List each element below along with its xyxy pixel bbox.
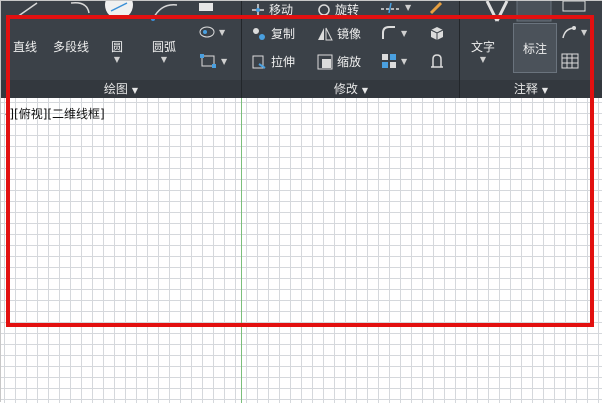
- array-icon: [382, 54, 396, 68]
- hatch-icon: [199, 26, 215, 38]
- erase-button[interactable]: [429, 1, 443, 15]
- arc-button[interactable]: 圆弧 ▼: [152, 38, 176, 64]
- chevron-down-icon: ▼: [405, 2, 412, 12]
- leader-icon: [562, 26, 576, 39]
- scale-icon: [317, 54, 333, 69]
- circle-button[interactable]: 圆 ▼: [111, 38, 123, 64]
- move-icon: [252, 3, 264, 16]
- chevron-down-icon: ▼: [541, 86, 549, 95]
- offset-button[interactable]: [429, 53, 445, 69]
- table-icon: [561, 53, 579, 69]
- chevron-down-icon: ▼: [131, 86, 139, 95]
- viewport-controls-label[interactable]: -][俯视][二维线框]: [5, 105, 105, 122]
- draw-panel-title[interactable]: 绘图 ▼: [61, 80, 181, 98]
- text-button[interactable]: 文字 ▼: [471, 38, 495, 64]
- stretch-icon: [252, 55, 266, 69]
- leader-button[interactable]: ▼: [561, 25, 587, 39]
- offset-icon: [431, 54, 443, 68]
- draw-panel-title-label: 绘图: [103, 82, 128, 96]
- dimension-button[interactable]: 标注: [513, 23, 557, 73]
- copy-button[interactable]: 复制: [251, 25, 295, 42]
- rotate-icon: [318, 3, 330, 16]
- text-button-label: 文字: [471, 40, 496, 54]
- ribbon: 直线 多段线 圆 ▼ 圆弧 ▼ ▼ ▼ 绘图 ▼ 移动 旋转 ▼ 复制 镜像 ▼…: [1, 1, 602, 98]
- box-icon: [430, 27, 444, 40]
- scale-button[interactable]: 缩放: [317, 53, 361, 70]
- annotation-panel-title-label: 注释: [513, 82, 538, 96]
- chevron-down-icon: ▼: [113, 55, 121, 64]
- move-button-label: 移动: [269, 3, 294, 17]
- polyline-button[interactable]: 多段线: [53, 38, 89, 55]
- trim-button[interactable]: ▼: [379, 1, 411, 13]
- modify-panel-title[interactable]: 修改 ▼: [291, 80, 411, 98]
- fillet-icon: [382, 26, 395, 39]
- chevron-down-icon: ▼: [219, 27, 226, 37]
- copy-icon: [253, 27, 265, 40]
- mirror-button-label: 镜像: [337, 27, 362, 41]
- table-button[interactable]: [561, 53, 579, 69]
- scale-button-label: 缩放: [337, 55, 362, 69]
- line-button[interactable]: 直线: [13, 38, 37, 55]
- chevron-down-icon: ▼: [221, 56, 228, 66]
- panel-separator: [459, 1, 460, 98]
- trim-icon: [381, 2, 399, 13]
- annotation-panel-title[interactable]: 注释 ▼: [481, 80, 581, 98]
- rotate-button-label: 旋转: [335, 3, 360, 17]
- application-window: 直线 多段线 圆 ▼ 圆弧 ▼ ▼ ▼ 绘图 ▼ 移动 旋转 ▼ 复制 镜像 ▼…: [0, 0, 602, 403]
- copy-button-label: 复制: [271, 27, 296, 41]
- 3d-box-button[interactable]: [429, 25, 445, 41]
- fillet-button[interactable]: ▼: [381, 25, 407, 41]
- move-button[interactable]: 移动: [251, 1, 293, 18]
- modify-panel-title-label: 修改: [333, 82, 358, 96]
- eraser-icon: [429, 1, 443, 15]
- circle-button-label: 圆: [111, 40, 124, 54]
- chevron-down-icon: ▼: [160, 55, 168, 64]
- rotate-button[interactable]: 旋转: [317, 1, 359, 18]
- array-button[interactable]: ▼: [381, 53, 407, 69]
- panel-separator: [241, 1, 242, 98]
- hatch-button[interactable]: ▼: [199, 25, 225, 39]
- mirror-button[interactable]: 镜像: [317, 25, 361, 42]
- chevron-down-icon: ▼: [401, 56, 408, 66]
- chevron-down-icon: ▼: [581, 27, 588, 37]
- chevron-down-icon: ▼: [361, 86, 369, 95]
- line-button-label: 直线: [13, 40, 38, 54]
- drawing-canvas[interactable]: [1, 98, 602, 403]
- top-row-icons: [16, 1, 586, 22]
- chevron-down-icon: ▼: [479, 55, 487, 64]
- chevron-down-icon: ▼: [401, 28, 408, 38]
- rectangle-button[interactable]: ▼: [199, 53, 227, 69]
- polyline-button-label: 多段线: [53, 40, 90, 54]
- arc-button-label: 圆弧: [152, 40, 177, 54]
- dimension-button-label: 标注: [522, 41, 547, 56]
- mirror-icon: [318, 27, 333, 40]
- rectangle-icon: [200, 54, 216, 68]
- stretch-button[interactable]: 拉伸: [251, 53, 295, 70]
- stretch-button-label: 拉伸: [271, 55, 296, 69]
- y-axis-line: [241, 98, 242, 403]
